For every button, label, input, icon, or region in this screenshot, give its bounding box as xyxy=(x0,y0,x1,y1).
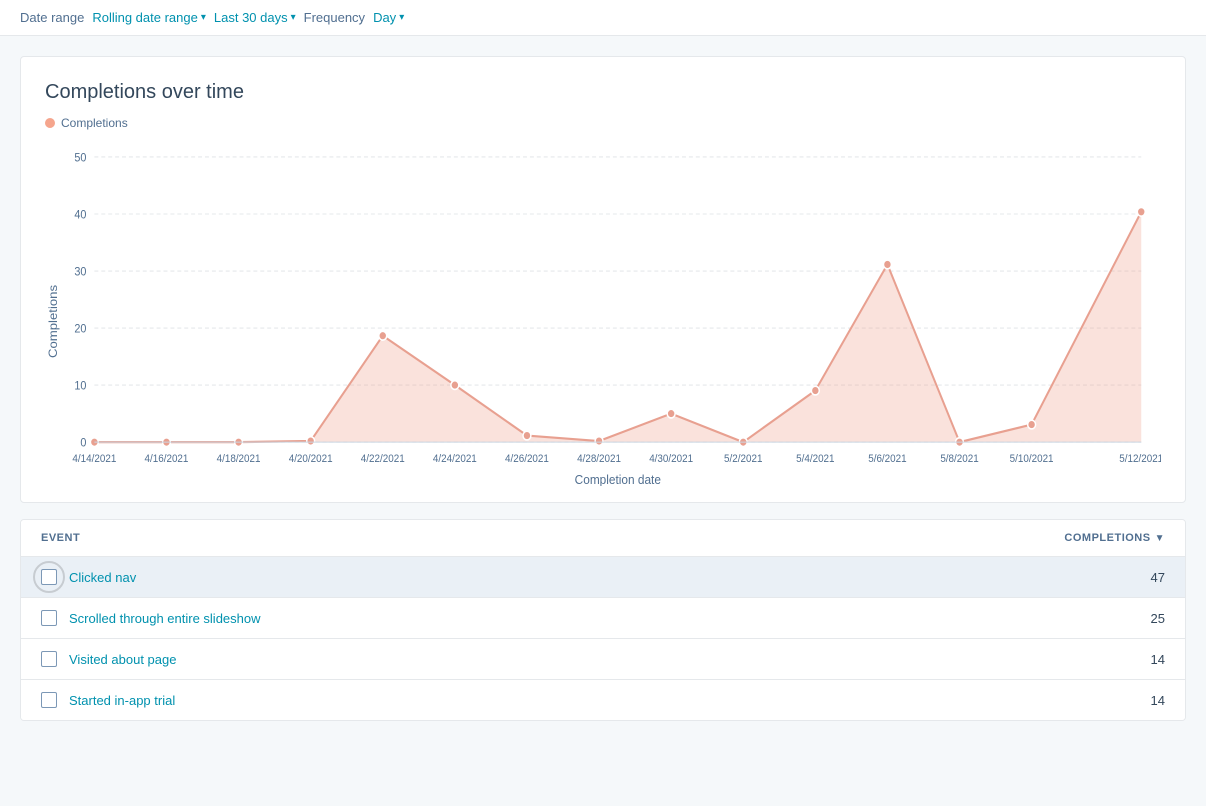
chart-svg: 0 10 20 30 40 50 Completions xyxy=(45,146,1161,486)
day-dropdown[interactable]: Day ▾ xyxy=(373,10,404,25)
svg-text:4/22/2021: 4/22/2021 xyxy=(361,453,405,465)
svg-text:30: 30 xyxy=(74,266,86,279)
svg-text:4/30/2021: 4/30/2021 xyxy=(649,453,693,465)
chart-dot xyxy=(307,437,315,446)
row-checkbox[interactable] xyxy=(41,692,57,708)
svg-text:4/18/2021: 4/18/2021 xyxy=(217,453,261,465)
svg-text:Completions: Completions xyxy=(46,285,59,358)
svg-text:50: 50 xyxy=(74,152,86,165)
table-row: Clicked nav 47 xyxy=(21,557,1185,598)
sort-icon: ▼ xyxy=(1155,533,1165,544)
chart-dot xyxy=(883,260,891,269)
completions-value: 14 xyxy=(1151,652,1165,667)
chart-dot xyxy=(1137,207,1145,216)
table-header: EVENT COMPLETIONS ▼ xyxy=(21,520,1185,557)
completions-column-header[interactable]: COMPLETIONS ▼ xyxy=(1064,532,1165,544)
row-left: Visited about page xyxy=(41,651,176,667)
chart-area: 0 10 20 30 40 50 Completions xyxy=(45,146,1161,486)
chart-line xyxy=(94,212,1141,442)
svg-text:4/28/2021: 4/28/2021 xyxy=(577,453,621,465)
row-checkbox[interactable] xyxy=(41,569,57,585)
frequency-label: Frequency xyxy=(304,10,365,25)
svg-text:5/4/2021: 5/4/2021 xyxy=(796,453,835,465)
main-content: Completions over time Completions 0 10 2… xyxy=(0,36,1206,741)
chart-dot xyxy=(451,381,459,390)
row-left: Clicked nav xyxy=(41,569,136,585)
table-row: Visited about page 14 xyxy=(21,639,1185,680)
svg-text:5/2/2021: 5/2/2021 xyxy=(724,453,763,465)
svg-text:4/24/2021: 4/24/2021 xyxy=(433,453,477,465)
chart-legend: Completions xyxy=(45,116,1161,130)
event-column-header: EVENT xyxy=(41,532,80,544)
table-row: Scrolled through entire slideshow 25 xyxy=(21,598,1185,639)
table-row: Started in-app trial 14 xyxy=(21,680,1185,720)
event-name[interactable]: Visited about page xyxy=(69,652,176,667)
events-table: EVENT COMPLETIONS ▼ Clicked nav 47 Scrol… xyxy=(20,519,1186,721)
chart-fill xyxy=(94,212,1141,442)
svg-text:5/8/2021: 5/8/2021 xyxy=(940,453,979,465)
row-checkbox[interactable] xyxy=(41,610,57,626)
svg-text:4/14/2021: 4/14/2021 xyxy=(72,453,116,465)
svg-text:20: 20 xyxy=(74,323,86,336)
row-checkbox[interactable] xyxy=(41,651,57,667)
date-range-label: Date range xyxy=(20,10,84,25)
chart-dot xyxy=(667,409,675,418)
chart-dot xyxy=(1028,420,1036,429)
legend-label: Completions xyxy=(61,116,128,130)
chart-dot xyxy=(379,331,387,340)
rolling-date-range-caret-icon: ▾ xyxy=(201,12,206,23)
svg-text:4/26/2021: 4/26/2021 xyxy=(505,453,549,465)
row-left: Scrolled through entire slideshow xyxy=(41,610,261,626)
completions-value: 14 xyxy=(1151,693,1165,708)
chart-card: Completions over time Completions 0 10 2… xyxy=(20,56,1186,503)
completions-value: 47 xyxy=(1151,570,1165,585)
svg-text:5/10/2021: 5/10/2021 xyxy=(1010,453,1054,465)
chart-dot xyxy=(595,437,603,446)
completions-value: 25 xyxy=(1151,611,1165,626)
event-name[interactable]: Started in-app trial xyxy=(69,693,175,708)
chart-dot xyxy=(811,386,819,395)
svg-text:5/12/2021: 5/12/2021 xyxy=(1119,453,1161,465)
svg-text:0: 0 xyxy=(80,437,86,450)
legend-dot xyxy=(45,118,55,128)
top-bar: Date range Rolling date range ▾ Last 30 … xyxy=(0,0,1206,36)
svg-text:4/16/2021: 4/16/2021 xyxy=(145,453,189,465)
last-30-days-caret-icon: ▾ xyxy=(291,12,296,23)
svg-text:5/6/2021: 5/6/2021 xyxy=(868,453,907,465)
row-left: Started in-app trial xyxy=(41,692,175,708)
event-name[interactable]: Scrolled through entire slideshow xyxy=(69,611,261,626)
svg-text:40: 40 xyxy=(74,209,86,222)
svg-text:10: 10 xyxy=(74,380,86,393)
rolling-date-range-dropdown[interactable]: Rolling date range ▾ xyxy=(92,10,206,25)
chart-dot xyxy=(523,431,531,440)
event-name[interactable]: Clicked nav xyxy=(69,570,136,585)
svg-text:Completion date: Completion date xyxy=(575,472,661,486)
day-caret-icon: ▾ xyxy=(399,12,404,23)
svg-text:4/20/2021: 4/20/2021 xyxy=(289,453,333,465)
chart-title: Completions over time xyxy=(45,81,1161,104)
last-30-days-dropdown[interactable]: Last 30 days ▾ xyxy=(214,10,296,25)
